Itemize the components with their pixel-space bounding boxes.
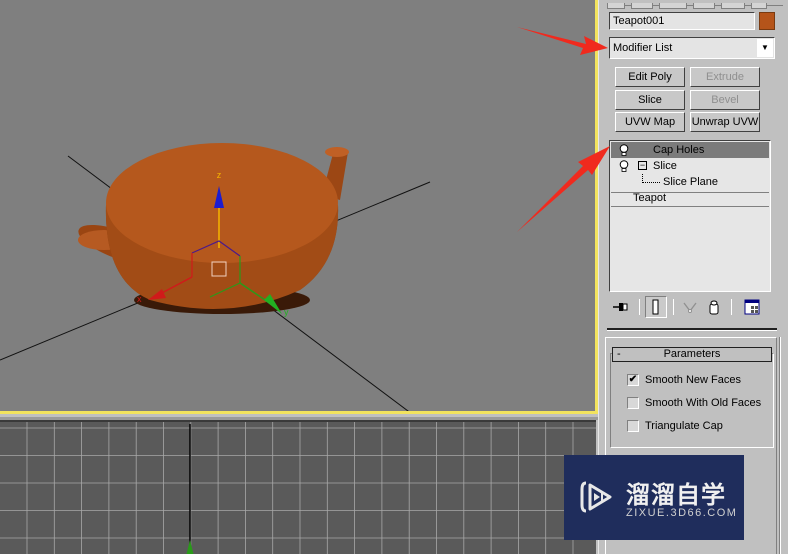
tab-motion[interactable]: [693, 3, 716, 9]
triangulate-cap-checkbox[interactable]: [627, 420, 639, 432]
tab-utilities[interactable]: [751, 3, 768, 9]
show-end-result-button[interactable]: [645, 296, 667, 318]
viewport-grid: [0, 422, 596, 554]
option-label: Triangulate Cap: [645, 420, 723, 432]
collapse-icon[interactable]: −: [638, 161, 647, 170]
smooth-new-faces-checkbox[interactable]: ✔: [627, 374, 639, 386]
modifier-stack[interactable]: Cap Holes − Slice Slice Plane Teapot: [609, 140, 771, 292]
bottom-viewport[interactable]: [0, 420, 596, 554]
toolbar-separator: [639, 299, 640, 315]
remove-modifier-icon[interactable]: [705, 298, 723, 316]
extrude-button[interactable]: Extrude: [690, 67, 760, 87]
slice-button[interactable]: Slice: [615, 90, 685, 110]
parameters-group: ✔ Smooth New Faces Smooth With Old Faces…: [610, 353, 774, 448]
rollout-title: Parameters: [663, 348, 721, 360]
watermark-url: ZIXUE.3D66.COM: [626, 507, 738, 519]
collapse-icon: -: [617, 348, 621, 360]
tree-line: [642, 182, 660, 183]
make-unique-icon[interactable]: [681, 298, 699, 316]
viewport-scene: z x y: [0, 143, 431, 411]
z-axis-label: z: [217, 170, 222, 180]
object-name-field[interactable]: Teapot001: [609, 12, 755, 30]
perspective-viewport[interactable]: z x y: [0, 0, 598, 414]
toolbar-separator: [673, 299, 674, 315]
chevron-down-icon[interactable]: ▼: [757, 39, 773, 57]
watermark-logo: 溜溜自学 ZIXUE.3D66.COM: [564, 455, 744, 540]
stack-item-slice[interactable]: − Slice: [611, 158, 769, 174]
toolbar-separator: [731, 299, 732, 315]
parameters-rollout-header[interactable]: - Parameters: [612, 347, 772, 362]
modifier-list-value: Modifier List: [613, 42, 673, 54]
stack-item-label: Cap Holes: [653, 144, 705, 156]
x-axis-label: x: [137, 294, 142, 304]
option-label: Smooth With Old Faces: [645, 397, 762, 409]
teapot-object: [78, 143, 349, 314]
stack-item-label: Slice: [653, 160, 677, 172]
bevel-button[interactable]: Bevel: [690, 90, 760, 110]
tab-hierarchy[interactable]: [659, 3, 688, 9]
edit-poly-button[interactable]: Edit Poly: [615, 67, 685, 87]
stack-item-label: Slice Plane: [663, 176, 719, 188]
lightbulb-icon[interactable]: [619, 160, 629, 172]
unwrap-uvw-button[interactable]: Unwrap UVW: [690, 112, 760, 132]
teapot-spout-tip: [325, 147, 349, 157]
play-logo-icon: [580, 481, 612, 513]
tab-display[interactable]: [721, 3, 746, 9]
tab-create[interactable]: [607, 3, 625, 9]
panel-scrollbar[interactable]: [779, 337, 781, 554]
panel-separator: [607, 328, 777, 331]
stack-item-teapot[interactable]: Teapot: [611, 190, 769, 206]
lightbulb-icon[interactable]: [619, 144, 629, 156]
panel-tabs[interactable]: [607, 0, 783, 9]
stack-item-slice-plane[interactable]: Slice Plane: [611, 174, 769, 190]
stack-item-cap-holes[interactable]: Cap Holes: [611, 142, 769, 158]
tab-modify[interactable]: [631, 3, 654, 9]
stack-item-label: Teapot: [633, 192, 667, 204]
modifier-list-dropdown[interactable]: Modifier List ▼: [609, 37, 775, 59]
stack-divider: [611, 206, 769, 207]
watermark-title: 溜溜自学: [626, 482, 726, 509]
stack-toolbar: [609, 296, 779, 318]
y-axis-label: y: [284, 307, 289, 317]
configure-modifier-sets-icon[interactable]: [743, 298, 761, 316]
option-label: Smooth New Faces: [645, 374, 741, 386]
uvw-map-button[interactable]: UVW Map: [615, 112, 685, 132]
pin-stack-icon[interactable]: [611, 298, 629, 316]
show-end-result-icon: [652, 299, 659, 315]
smooth-with-old-faces-checkbox[interactable]: [627, 397, 639, 409]
object-color-swatch[interactable]: [759, 12, 775, 30]
axis-tripod-y: [186, 540, 194, 554]
